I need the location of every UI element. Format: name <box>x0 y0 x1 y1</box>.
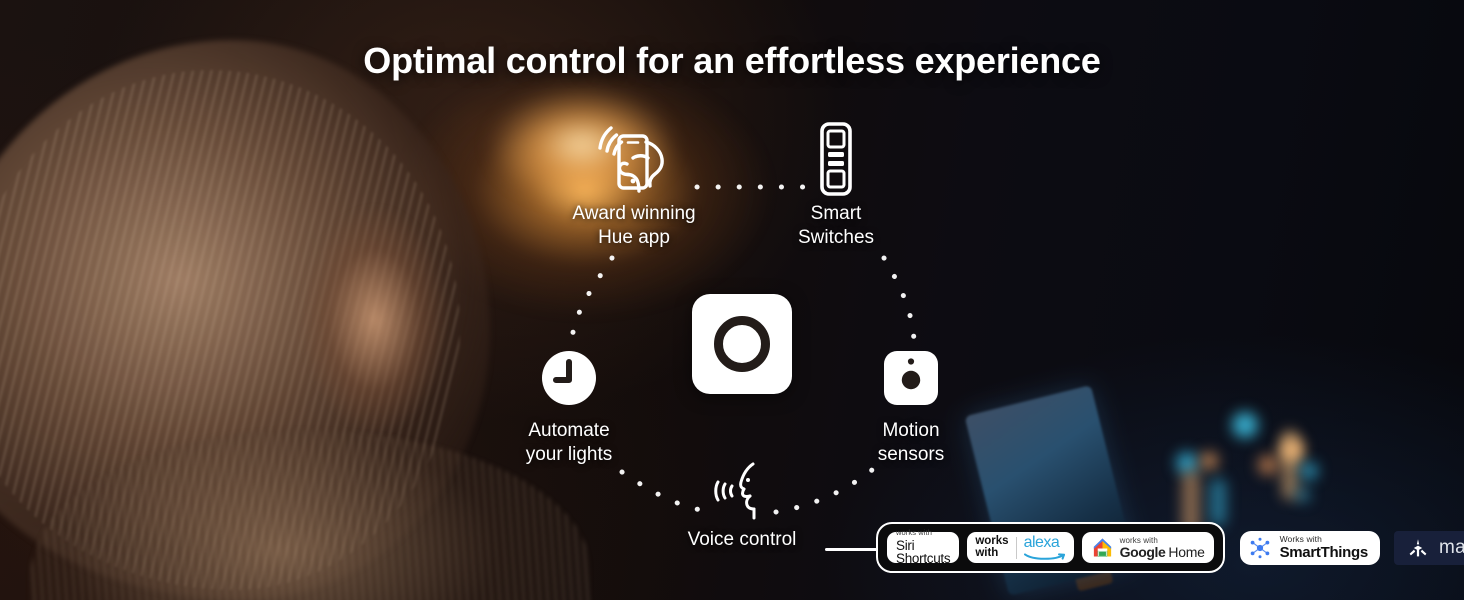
bokeh-light <box>1296 488 1310 502</box>
dimmer-switch-icon <box>760 120 912 198</box>
siri-brand-label: Siri Shortcuts <box>896 537 951 567</box>
bokeh-light <box>1232 412 1258 438</box>
bokeh-light <box>1200 452 1218 470</box>
matter-logo-icon <box>1409 538 1427 556</box>
badge-group-outlined: works with Siri Shortcuts works with ale… <box>876 522 1225 573</box>
page-title: Optimal control for an effortless experi… <box>363 40 1101 81</box>
bokeh-light <box>1300 462 1318 480</box>
speaking-face-icon <box>662 460 822 522</box>
google-brand-row: Google Home <box>1120 545 1205 559</box>
node-automate-your-lights[interactable]: Automate your lights <box>493 347 645 467</box>
google-home-label: Home <box>1168 543 1205 560</box>
clock-icon <box>493 347 645 409</box>
node-label: Motion sensors <box>877 420 945 465</box>
bridge-ring-icon <box>714 316 770 372</box>
matter-badge[interactable]: matter <box>1393 530 1464 565</box>
node-motion-sensors[interactable]: Motion sensors <box>838 347 984 467</box>
motion-sensor-icon <box>838 347 984 409</box>
compatibility-badges: works with Siri Shortcuts works with ale… <box>876 522 1464 573</box>
node-award-winning-hue-app[interactable]: Award winning Hue app <box>543 120 725 250</box>
node-label: Voice control <box>687 529 797 550</box>
node-label: Award winning Hue app <box>572 203 696 248</box>
google-home-text: works with Google Home <box>1120 536 1205 559</box>
matter-brand-label: matter <box>1438 536 1464 558</box>
siri-works-with-label: works with <box>896 528 933 538</box>
alexa-works-label: works <box>975 535 1009 547</box>
alexa-divider <box>1015 536 1017 559</box>
google-home-badge[interactable]: works with Google Home <box>1081 532 1214 563</box>
alexa-brand: alexa <box>1023 534 1066 561</box>
bokeh-light <box>1210 478 1226 526</box>
google-home-icon <box>1093 538 1111 557</box>
node-label: Automate your lights <box>525 420 613 465</box>
alexa-works-with: works with <box>975 535 1009 559</box>
google-brand-label: Google <box>1119 543 1166 560</box>
siri-text: works with Siri Shortcuts <box>896 528 951 567</box>
voice-to-badges-connector <box>825 548 883 551</box>
alexa-with-label: with <box>975 546 999 559</box>
hue-bridge-icon[interactable] <box>692 294 792 394</box>
smartthings-badge[interactable]: Works with SmartThings <box>1239 530 1380 565</box>
node-label: Smart Switches <box>797 203 875 248</box>
node-smart-switches[interactable]: Smart Switches <box>760 120 912 250</box>
smartthings-icon <box>1250 537 1269 558</box>
hand-holding-phone-icon <box>543 120 725 198</box>
bokeh-light <box>1258 455 1278 475</box>
smartthings-text: Works with SmartThings <box>1279 533 1369 562</box>
node-voice-control[interactable]: Voice control <box>662 460 822 552</box>
alexa-smile-icon <box>1023 553 1065 560</box>
bokeh-light <box>1282 430 1298 500</box>
siri-shortcuts-badge[interactable]: works with Siri Shortcuts <box>887 528 960 567</box>
alexa-brand-label: alexa <box>1023 534 1060 551</box>
smartthings-works-with-label: Works with <box>1279 533 1322 544</box>
alexa-badge[interactable]: works with alexa <box>967 532 1074 563</box>
smartthings-brand-label: SmartThings <box>1279 544 1369 562</box>
hero-banner: Optimal control for an effortless experi… <box>0 0 1464 600</box>
